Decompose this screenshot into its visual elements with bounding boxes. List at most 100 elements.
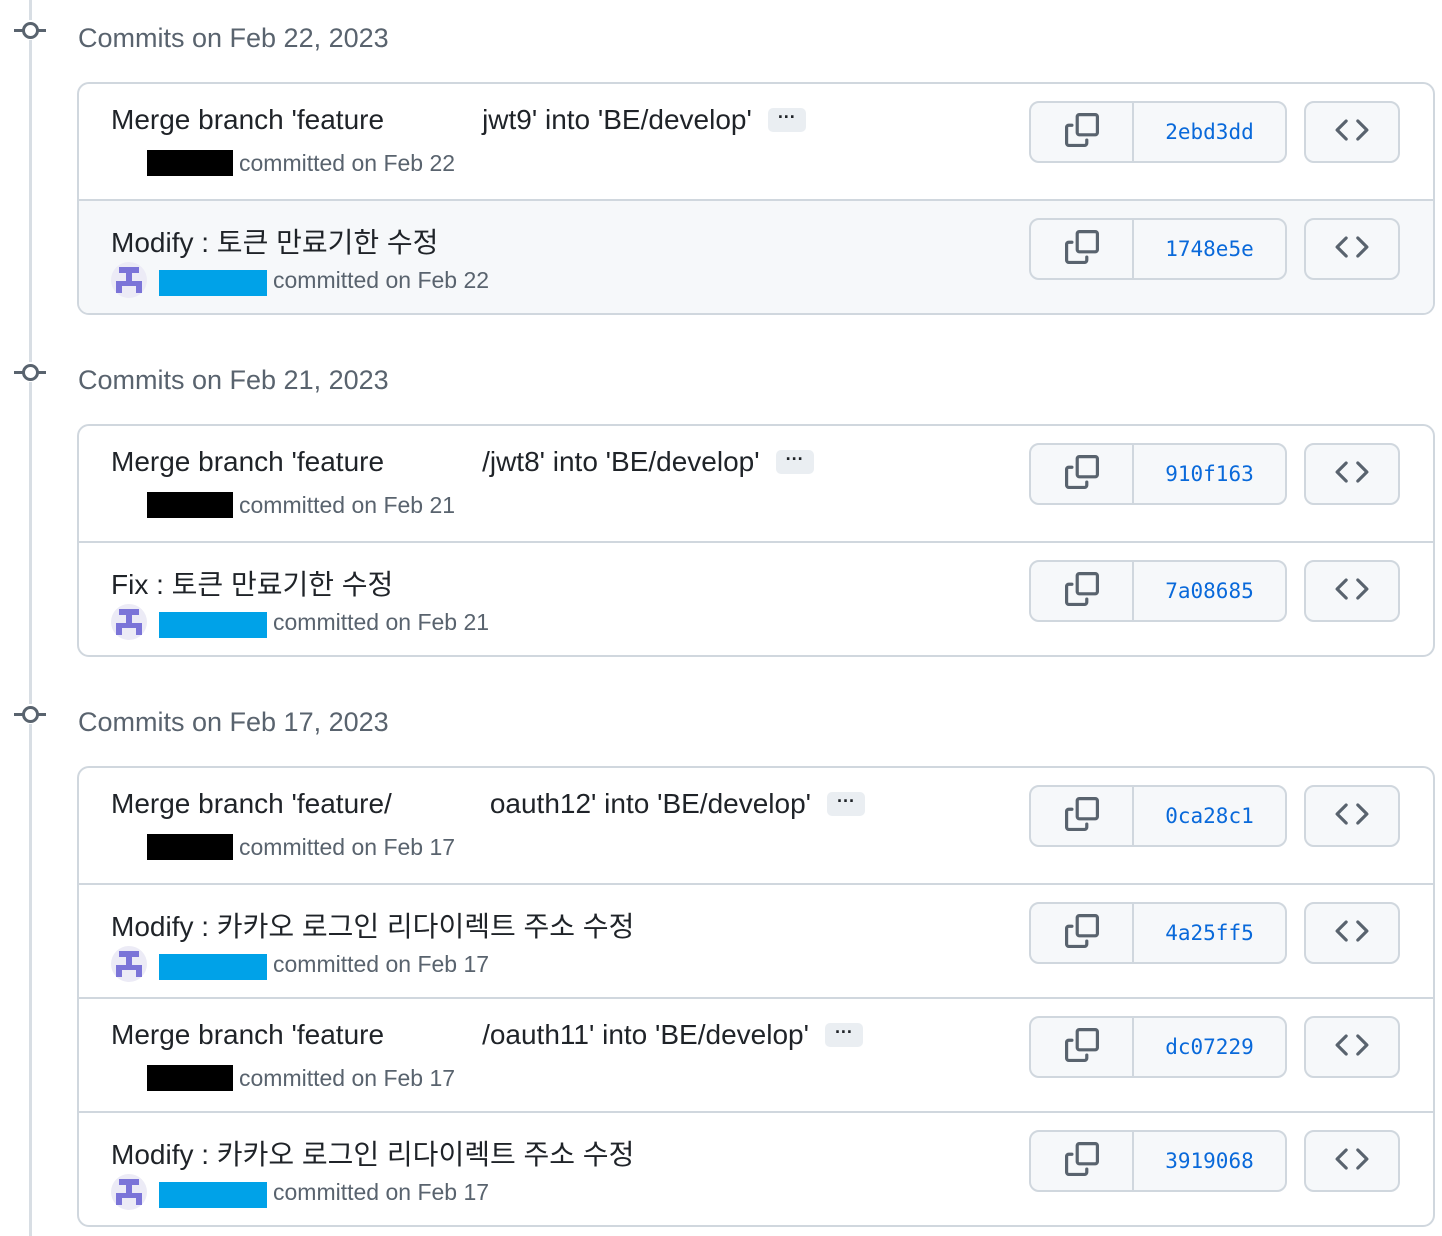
browse-repository-button[interactable] [1304,1130,1400,1192]
copy-sha-button[interactable] [1031,562,1134,620]
commit-date-text: committed on Feb 17 [273,1178,490,1205]
commit-message-link[interactable]: Modify : 카카오 로그인 리다이렉트 주소 수정 [111,1133,634,1173]
copy-sha-button[interactable] [1031,904,1134,962]
commit-message: Modify : 카카오 로그인 리다이렉트 주소 수정 [111,905,634,945]
commit-group-header: Commits on Feb 17, 2023 [0,694,600,737]
author-avatar[interactable] [111,946,147,982]
commit-date-text: committed on Feb 21 [273,608,490,635]
browse-repository-button[interactable] [1304,902,1400,964]
browse-repository-button[interactable] [1304,560,1400,622]
copy-sha-button[interactable] [1031,445,1134,503]
copy-sha-button[interactable] [1031,220,1134,278]
copy-icon [1064,1027,1099,1067]
commit-date-text: committed on Feb 17 [239,833,456,860]
group-date-title: Commits on Feb 21, 2023 [78,365,389,395]
commit-meta: committed on Feb 17 [111,1174,490,1210]
commit-meta: committed on Feb 17 [111,830,455,864]
commit-message-link[interactable]: Modify : 토큰 만료기한 수정 [111,221,438,261]
browse-repository-button[interactable] [1304,785,1400,847]
commit-row: Merge branch 'feature/oauth11' into 'BE/… [79,997,1433,1111]
commit-row: Merge branch 'feature/jwt8' into 'BE/dev… [79,426,1433,541]
commit-date-text: committed on Feb 17 [273,950,490,977]
commit-row: Modify : 카카오 로그인 리다이렉트 주소 수정 committed on… [79,1111,1433,1225]
code-icon [1335,572,1369,611]
commit-sha-button-group: 0ca28c1 [1029,785,1287,847]
browse-repository-button[interactable] [1304,101,1400,163]
code-icon [1335,230,1369,269]
browse-repository-button[interactable] [1304,443,1400,505]
commit-sha-link[interactable]: 1748e5e [1134,220,1285,278]
commit-message-link[interactable]: oauth12' into 'BE/develop' [490,788,811,820]
redacted-branch-name [391,789,490,819]
redacted-author-name [159,270,267,296]
redacted-branch-name [384,1020,483,1050]
copy-icon [1064,796,1099,836]
commit-sha-link[interactable]: 7a08685 [1134,562,1285,620]
commit-message-link[interactable]: Modify : 카카오 로그인 리다이렉트 주소 수정 [111,905,634,945]
commit-message-link[interactable]: /jwt8' into 'BE/develop' [482,446,760,478]
commit-message: Fix : 토큰 만료기한 수정 [111,563,393,603]
commit-sha-button-group: 2ebd3dd [1029,101,1287,163]
author-avatar[interactable] [111,604,147,640]
redacted-author-name [147,492,233,518]
commit-box: Merge branch 'feature/jwt8' into 'BE/dev… [77,424,1435,657]
expand-message-button[interactable]: ··· [775,450,814,474]
commit-message: Modify : 토큰 만료기한 수정 [111,221,438,261]
commit-sha-button-group: 7a08685 [1029,560,1287,622]
expand-message-button[interactable]: ··· [824,1023,863,1047]
redacted-author-name [159,1182,267,1208]
expand-message-button[interactable]: ··· [767,108,806,132]
commit-box: Merge branch 'feature/oauth12' into 'BE/… [77,766,1435,1227]
commit-box: Merge branch 'feature jwt9' into 'BE/deve… [77,82,1435,315]
copy-sha-button[interactable] [1031,103,1134,161]
commit-sha-link[interactable]: 910f163 [1134,445,1285,503]
commit-sha-link[interactable]: 4a25ff5 [1134,904,1285,962]
commit-message: Merge branch 'feature/oauth11' into 'BE/… [111,1019,863,1051]
code-icon [1335,797,1369,836]
redacted-author-name [159,954,267,980]
group-date-title: Commits on Feb 17, 2023 [78,707,389,737]
commit-message-link[interactable]: /oauth11' into 'BE/develop' [482,1019,809,1051]
commit-row: Modify : 카카오 로그인 리다이렉트 주소 수정 committed on… [79,883,1433,997]
code-icon [1335,1142,1369,1181]
commit-message-link[interactable]: jwt9' into 'BE/develop' [482,104,752,136]
copy-icon [1064,913,1099,953]
code-icon [1335,455,1369,494]
commit-message-link[interactable]: Merge branch 'feature [111,1019,384,1051]
redacted-author-name [147,150,233,176]
commit-sha-link[interactable]: 0ca28c1 [1134,787,1285,845]
browse-repository-button[interactable] [1304,218,1400,280]
commit-message: Merge branch 'feature/jwt8' into 'BE/dev… [111,446,814,478]
author-avatar[interactable] [111,262,147,298]
commit-sha-button-group: 1748e5e [1029,218,1287,280]
commit-node-icon [14,704,46,724]
timeline-line [29,0,32,1236]
commit-meta: committed on Feb 21 [111,604,490,640]
commit-message-link[interactable]: Merge branch 'feature [111,104,384,136]
commit-sha-button-group: dc07229 [1029,1016,1287,1078]
commit-sha-link[interactable]: 2ebd3dd [1134,103,1285,161]
copy-sha-button[interactable] [1031,1018,1134,1076]
commit-sha-link[interactable]: 3919068 [1134,1132,1285,1190]
commit-message: Merge branch 'feature jwt9' into 'BE/deve… [111,104,806,136]
author-avatar[interactable] [111,1174,147,1210]
commit-sha-button-group: 3919068 [1029,1130,1287,1192]
copy-icon [1064,229,1099,269]
commit-node-icon [14,20,46,40]
redacted-author-name [147,834,233,860]
commit-date-text: committed on Feb 21 [239,491,456,518]
copy-sha-button[interactable] [1031,1132,1134,1190]
code-icon [1335,1028,1369,1067]
commit-message: Merge branch 'feature/oauth12' into 'BE/… [111,788,866,820]
expand-message-button[interactable]: ··· [827,792,866,816]
commit-sha-button-group: 910f163 [1029,443,1287,505]
code-icon [1335,914,1369,953]
copy-sha-button[interactable] [1031,787,1134,845]
commit-message-link[interactable]: Merge branch 'feature [111,446,384,478]
browse-repository-button[interactable] [1304,1016,1400,1078]
redacted-author-name [147,1065,233,1091]
commit-group-header: Commits on Feb 22, 2023 [0,10,600,53]
commit-sha-link[interactable]: dc07229 [1134,1018,1285,1076]
commit-message-link[interactable]: Fix : 토큰 만료기한 수정 [111,563,393,603]
commit-message-link[interactable]: Merge branch 'feature/ [111,788,392,820]
